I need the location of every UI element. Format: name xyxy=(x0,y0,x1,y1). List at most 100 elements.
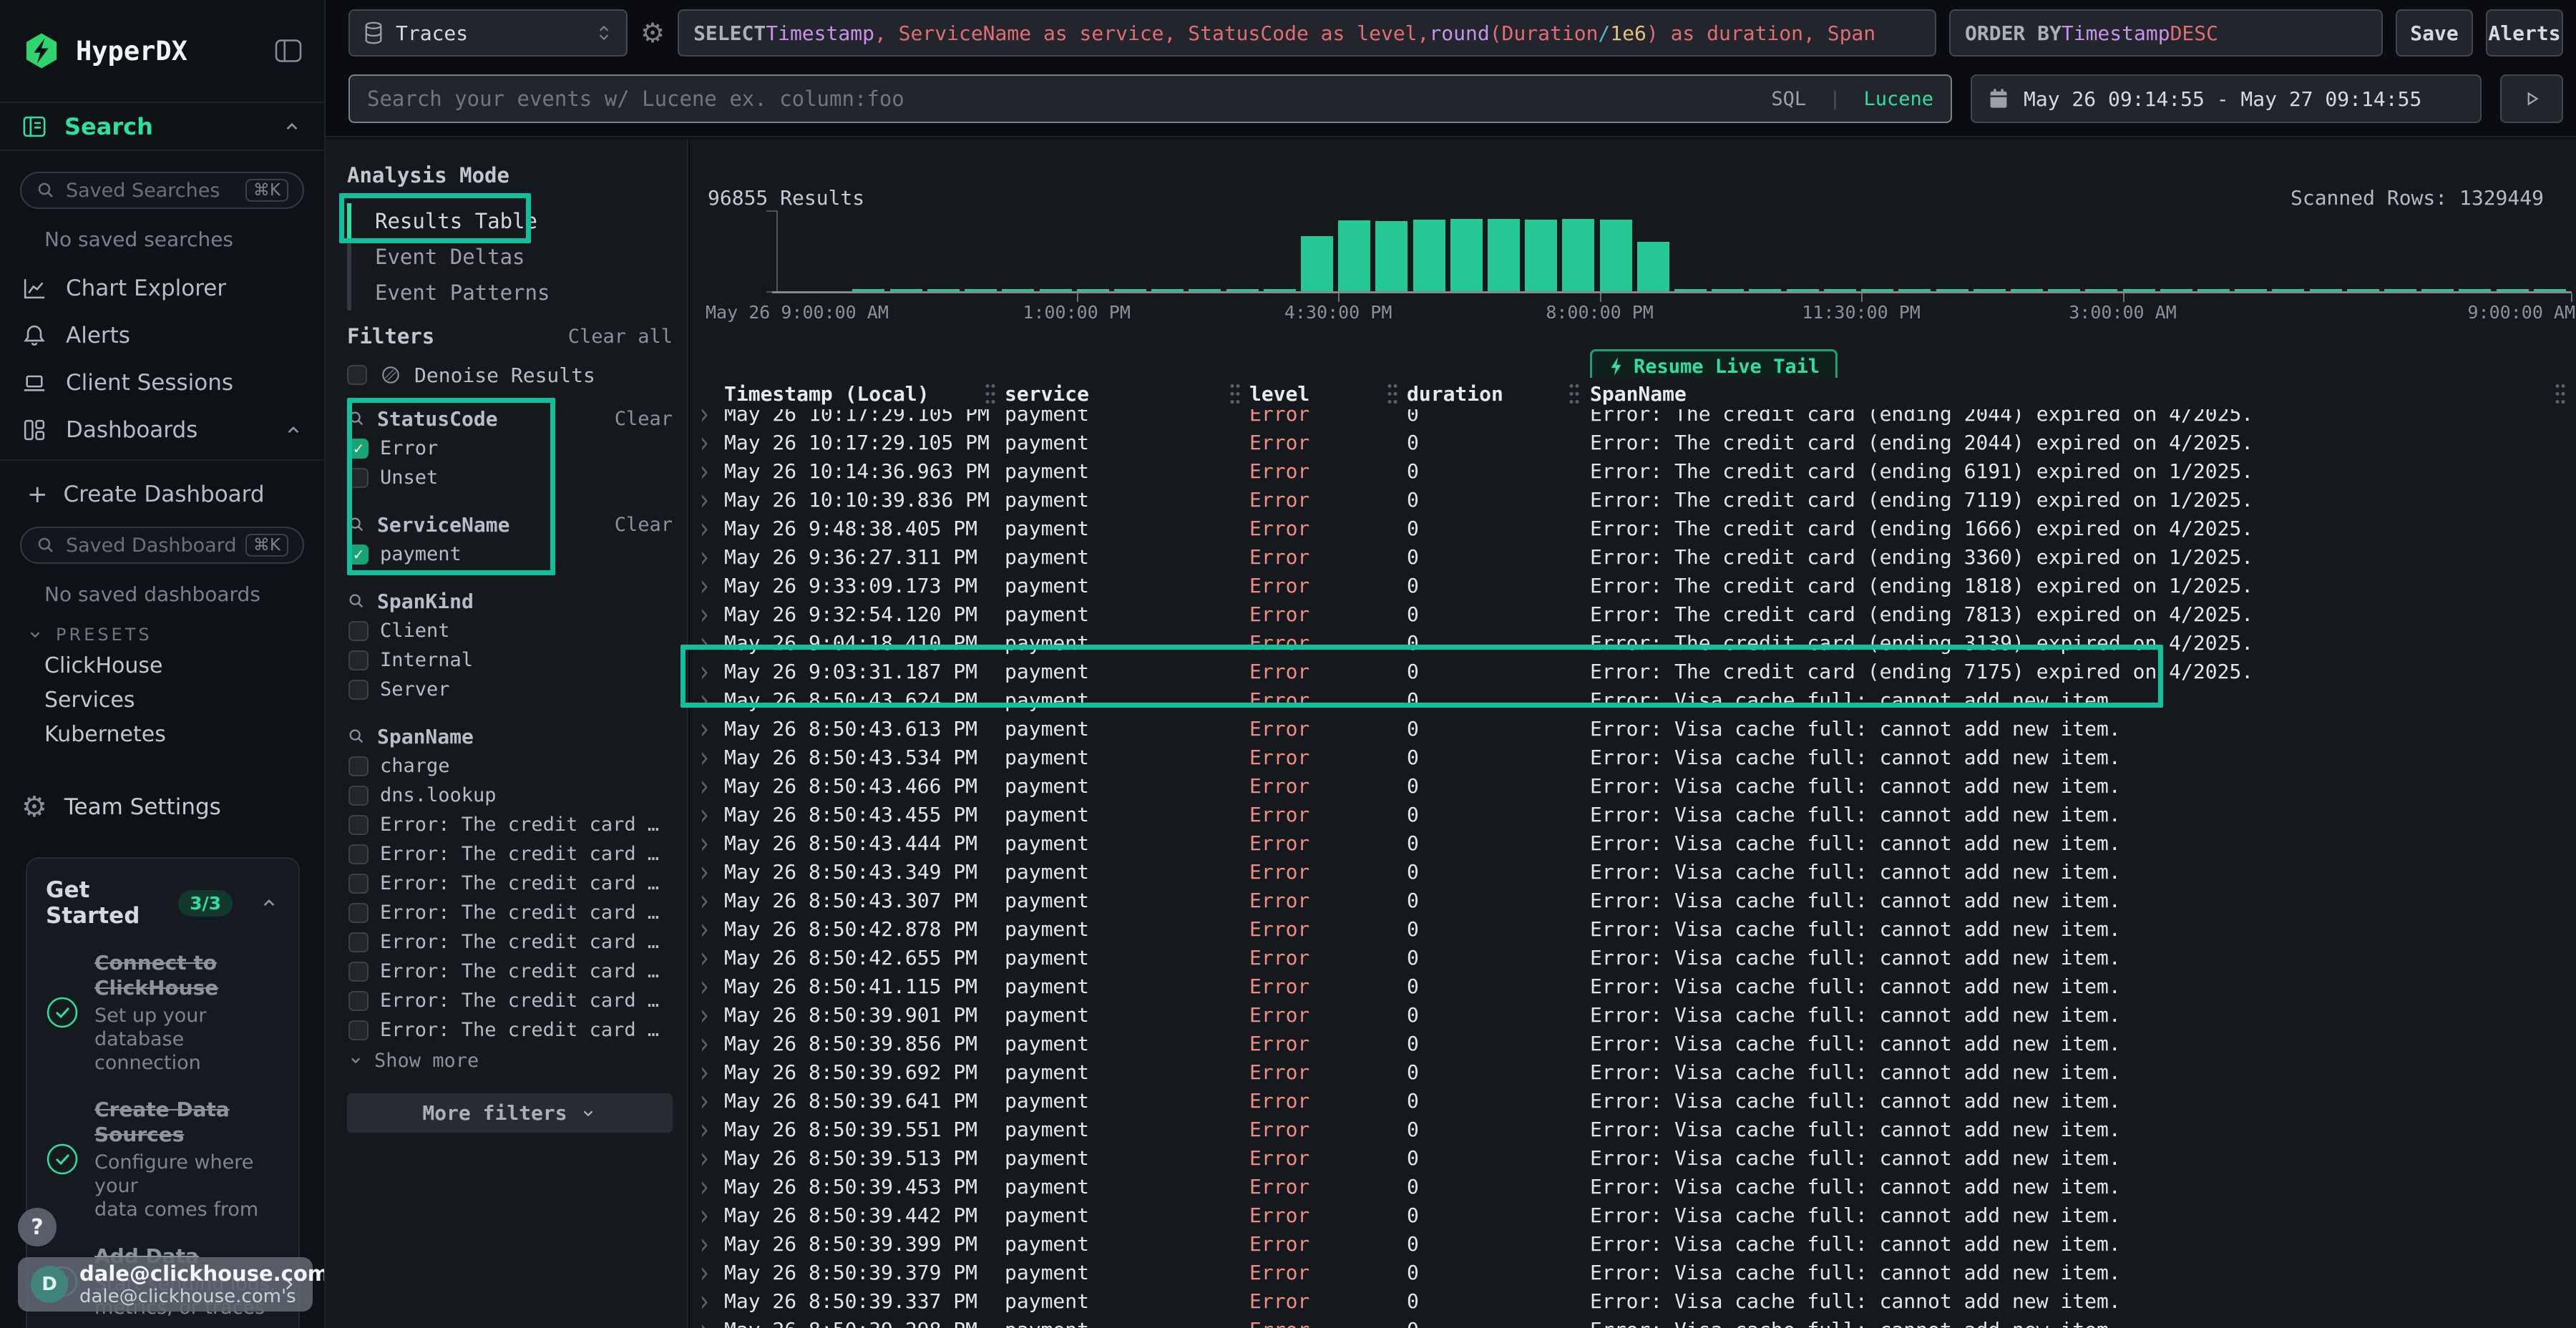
save-button[interactable]: Save xyxy=(2396,9,2473,57)
table-row[interactable]: ›May 26 9:04:18.410 PMpaymentError0Error… xyxy=(690,628,2576,657)
clear-all-filters-link[interactable]: Clear all xyxy=(568,326,673,348)
denoise-results-toggle[interactable]: Denoise Results xyxy=(347,361,673,389)
analysis-mode-event-patterns[interactable]: Event Patterns xyxy=(347,275,673,311)
search-input[interactable] xyxy=(367,87,1757,111)
filter-option[interactable]: ✓Error xyxy=(347,434,673,463)
get-started-item[interactable]: Connect to ClickHouseSet up your databas… xyxy=(46,950,280,1075)
table-row[interactable]: ›May 26 8:50:43.466 PMpaymentError0Error… xyxy=(690,771,2576,800)
presets-toggle[interactable]: PRESETS xyxy=(26,621,304,648)
sidebar-item-alerts[interactable]: Alerts xyxy=(20,312,304,359)
filter-checkbox[interactable] xyxy=(348,756,369,776)
table-row[interactable]: ›May 26 8:50:43.534 PMpaymentError0Error… xyxy=(690,743,2576,771)
table-row[interactable]: ›May 26 8:50:39.901 PMpaymentError0Error… xyxy=(690,1000,2576,1029)
filter-option[interactable]: Internal xyxy=(347,645,673,675)
filter-option[interactable]: Error: The credit card … xyxy=(347,839,673,869)
saved-searches-input[interactable]: ⌘K xyxy=(20,172,304,209)
filter-option[interactable]: Error: The credit card … xyxy=(347,927,673,957)
filter-checkbox[interactable] xyxy=(348,468,369,488)
source-settings-gear-icon[interactable]: ⚙ xyxy=(640,17,665,49)
table-row[interactable]: ›May 26 8:50:42.655 PMpaymentError0Error… xyxy=(690,943,2576,972)
table-row[interactable]: ›May 26 10:17:29.105 PMpaymentError0Erro… xyxy=(690,428,2576,456)
filter-checkbox[interactable] xyxy=(348,844,369,864)
results-histogram[interactable]: 12K 0 May 26 9:00:00 AM1:00:00 PM4:30:00… xyxy=(690,139,2576,339)
table-row[interactable]: ›May 26 8:50:39.399 PMpaymentError0Error… xyxy=(690,1229,2576,1258)
search-bar[interactable]: SQL | Lucene xyxy=(348,74,1952,123)
alerts-button[interactable]: Alerts xyxy=(2486,9,2563,57)
sidebar-item-client-sessions[interactable]: Client Sessions xyxy=(20,359,304,406)
saved-dashboards-input[interactable]: ⌘K xyxy=(20,527,304,564)
collapse-sidebar-icon[interactable] xyxy=(274,39,303,63)
select-clause-input[interactable]: SELECT Timestamp, ServiceName as service… xyxy=(678,9,1936,57)
table-row[interactable]: ›May 26 8:50:39.442 PMpaymentError0Error… xyxy=(690,1201,2576,1229)
column-resize-handle[interactable] xyxy=(1568,382,1581,406)
filter-checkbox[interactable] xyxy=(348,680,369,700)
sidebar-item-chart-explorer[interactable]: Chart Explorer xyxy=(20,265,304,312)
table-row[interactable]: ›May 26 9:32:54.120 PMpaymentError0Error… xyxy=(690,600,2576,628)
chevron-up-icon[interactable] xyxy=(283,419,304,441)
analysis-mode-results-table[interactable]: Results Table xyxy=(347,203,673,239)
row-expand-chevron-icon[interactable]: › xyxy=(700,1312,724,1328)
filter-option[interactable]: Error: The credit card … xyxy=(347,898,673,927)
table-row[interactable]: ›May 26 8:50:39.379 PMpaymentError0Error… xyxy=(690,1258,2576,1286)
sidebar-item-search[interactable]: Search xyxy=(0,102,324,151)
chevron-up-icon[interactable] xyxy=(281,116,303,137)
source-select[interactable]: Traces xyxy=(348,9,628,57)
table-row[interactable]: ›May 26 8:50:39.641 PMpaymentError0Error… xyxy=(690,1086,2576,1115)
table-row[interactable]: ›May 26 8:50:41.115 PMpaymentError0Error… xyxy=(690,972,2576,1000)
run-query-button[interactable] xyxy=(2500,74,2563,123)
user-menu[interactable]: D dale@clickhouse.com dale@clickhouse.co… xyxy=(18,1257,313,1312)
analysis-mode-event-deltas[interactable]: Event Deltas xyxy=(347,239,673,275)
filter-option[interactable]: Client xyxy=(347,616,673,645)
table-row[interactable]: ›May 26 8:50:43.613 PMpaymentError0Error… xyxy=(690,714,2576,743)
filter-option[interactable]: Error: The credit card … xyxy=(347,810,673,839)
sidebar-item-dashboards[interactable]: Dashboards xyxy=(20,406,304,454)
table-row[interactable]: ›May 26 9:36:27.311 PMpaymentError0Error… xyxy=(690,542,2576,571)
mode-sql-toggle[interactable]: SQL xyxy=(1771,88,1806,110)
filter-group-clear-link[interactable]: Clear xyxy=(615,514,673,536)
column-resize-handle[interactable] xyxy=(2555,382,2567,406)
help-button[interactable]: ? xyxy=(18,1208,57,1246)
sidebar-item-preset-kubernetes[interactable]: Kubernetes xyxy=(44,717,304,751)
get-started-item[interactable]: Create Data SourcesConfigure where your … xyxy=(46,1097,280,1222)
filter-checkbox[interactable] xyxy=(348,815,369,835)
sidebar-item-team-settings[interactable]: ⚙ Team Settings xyxy=(20,787,304,827)
saved-searches-field[interactable] xyxy=(66,180,235,202)
table-row[interactable]: ›May 26 8:50:42.878 PMpaymentError0Error… xyxy=(690,914,2576,943)
filter-option[interactable]: dns.lookup xyxy=(347,781,673,810)
create-dashboard-button[interactable]: + Create Dashboard xyxy=(20,472,304,517)
saved-dashboards-field[interactable] xyxy=(66,534,235,557)
filter-option[interactable]: charge xyxy=(347,751,673,781)
column-resize-handle[interactable] xyxy=(1387,382,1399,406)
table-row[interactable]: ›May 26 8:50:43.307 PMpaymentError0Error… xyxy=(690,886,2576,914)
filter-checkbox[interactable]: ✓ xyxy=(348,439,369,459)
table-row[interactable]: ›May 26 8:50:43.444 PMpaymentError0Error… xyxy=(690,829,2576,857)
column-resize-handle[interactable] xyxy=(1229,382,1241,406)
more-filters-button[interactable]: More filters xyxy=(347,1093,673,1133)
order-by-input[interactable]: ORDER BY Timestamp DESC xyxy=(1949,9,2383,57)
table-row[interactable]: ›May 26 8:50:39.856 PMpaymentError0Error… xyxy=(690,1029,2576,1058)
table-row[interactable]: ›May 26 8:50:39.453 PMpaymentError0Error… xyxy=(690,1172,2576,1201)
table-row[interactable]: ›May 26 8:50:43.349 PMpaymentError0Error… xyxy=(690,857,2576,886)
sidebar-item-preset-clickhouse[interactable]: ClickHouse xyxy=(44,648,304,683)
show-more-link[interactable]: Show more xyxy=(347,1045,673,1076)
mode-lucene-toggle[interactable]: Lucene xyxy=(1863,88,1933,110)
table-row[interactable]: ›May 26 10:14:36.963 PMpaymentError0Erro… xyxy=(690,456,2576,485)
filter-checkbox[interactable] xyxy=(348,786,369,806)
column-resize-handle[interactable] xyxy=(985,382,997,406)
filter-checkbox[interactable] xyxy=(348,932,369,952)
filter-option[interactable]: Error: The credit card … xyxy=(347,957,673,986)
sidebar-item-preset-services[interactable]: Services xyxy=(44,683,304,717)
table-row[interactable]: ›May 26 8:50:43.624 PMpaymentError0Error… xyxy=(690,685,2576,714)
table-row[interactable]: ›May 26 9:33:09.173 PMpaymentError0Error… xyxy=(690,571,2576,600)
table-row[interactable]: ›May 26 10:10:39.836 PMpaymentError0Erro… xyxy=(690,485,2576,514)
table-row[interactable]: ›May 26 9:03:31.187 PMpaymentError0Error… xyxy=(690,657,2576,685)
table-row[interactable]: ›May 26 8:50:39.692 PMpaymentError0Error… xyxy=(690,1058,2576,1086)
table-row[interactable]: ›May 26 8:50:39.551 PMpaymentError0Error… xyxy=(690,1115,2576,1143)
filter-option[interactable]: Server xyxy=(347,675,673,704)
table-row[interactable]: ›May 26 8:50:39.337 PMpaymentError0Error… xyxy=(690,1286,2576,1315)
filter-option[interactable]: Error: The credit card … xyxy=(347,1015,673,1045)
table-row[interactable]: ›May 26 10:17:29.105 PMpaymentError0Erro… xyxy=(690,409,2576,428)
filter-checkbox[interactable] xyxy=(348,650,369,670)
date-range-picker[interactable]: May 26 09:14:55 - May 27 09:14:55 xyxy=(1971,74,2482,123)
filter-option[interactable]: Unset xyxy=(347,463,673,492)
